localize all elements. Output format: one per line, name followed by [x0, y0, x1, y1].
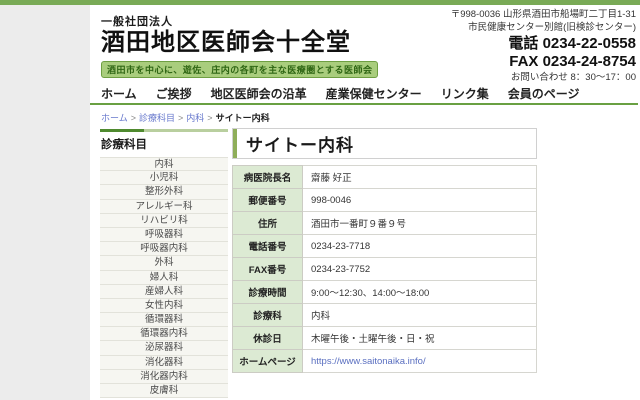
sidebar-item-7[interactable]: 外科 [100, 256, 228, 271]
sidebar-item-5[interactable]: 呼吸器科 [100, 227, 228, 243]
postal-address-line2: 市民健康センター別館(旧検診センター) [468, 21, 636, 33]
top-accent-bar [0, 0, 640, 5]
nav-item-2[interactable]: 地区医師会の沿革 [211, 85, 307, 102]
content-area: 一般社団法人 酒田地区医師会十全堂 酒田市を中心に、遊佐、庄内の各町を主な医療圏… [90, 0, 640, 400]
breadcrumb-link-0[interactable]: ホーム [101, 113, 128, 123]
table-row-0: 病医院長名 齋藤 好正 [232, 165, 537, 189]
clinic-info-table-body: 病医院長名 齋藤 好正 郵便番号 998-0046 住所 酒田市一番町９番９号 電話番号 02… [232, 165, 537, 373]
breadcrumb: ホーム > 診療科目 > 内科 > サイトー内科 [101, 111, 270, 124]
table-row-label: 休診日 [232, 326, 303, 350]
homepage-link[interactable]: https://www.saitonaika.info/ [311, 356, 426, 367]
sidebar-item-2[interactable]: 整形外科 [100, 185, 228, 200]
page-title: サイトー内科 [246, 136, 354, 155]
breadcrumb-link-1[interactable]: 診療科目 [139, 113, 175, 123]
sidebar-item-3[interactable]: アレルギー科 [100, 199, 228, 214]
breadcrumb-separator: > [178, 113, 184, 123]
nav-menu: ホーム ご挨拶 地区医師会の沿革 産業保健センター リンク集 会員のページ [101, 85, 640, 102]
table-row-label: 診療時間 [232, 280, 303, 304]
table-row-value: 0234-23-7718 [302, 234, 537, 258]
breadcrumb-link-2[interactable]: 内科 [186, 113, 204, 123]
table-row-6: 診療科 内科 [232, 303, 537, 327]
table-row-3: 電話番号 0234-23-7718 [232, 234, 537, 258]
site-logo[interactable]: 一般社団法人 酒田地区医師会十全堂 酒田市を中心に、遊佐、庄内の各町を主な医療圏… [101, 13, 379, 78]
table-row-value: 酒田市一番町９番９号 [302, 211, 537, 235]
table-row-label: 診療科 [232, 303, 303, 327]
nav-item-4[interactable]: リンク集 [441, 85, 489, 102]
table-row-label: 郵便番号 [232, 188, 303, 212]
inquiry-hours: お問い合わせ 8：30～17：00 [510, 72, 636, 84]
table-row-value: 9:00～12:30、14:00～18:00 [302, 280, 537, 304]
table-row-value: 木曜午後・土曜午後・日・祝 [302, 326, 537, 350]
table-row-value: 内科 [302, 303, 537, 327]
nav-item-0[interactable]: ホーム [101, 85, 137, 102]
table-row-value: 齋藤 好正 [302, 165, 537, 189]
nav-item-3[interactable]: 産業保健センター [326, 85, 422, 102]
table-row-label: FAX番号 [232, 257, 303, 281]
sidebar-item-14[interactable]: 消化器科 [100, 355, 228, 370]
sidebar-item-10[interactable]: 女性内科 [100, 298, 228, 314]
table-row-value: 0234-23-7752 [302, 257, 537, 281]
nav-item-5[interactable]: 会員のページ [508, 85, 580, 102]
postal-address-line1: 〒998-0036 山形県酒田市船場町二丁目1-31 [450, 9, 636, 20]
breadcrumb-separator: > [130, 113, 136, 123]
table-row-value: 998-0046 [302, 188, 537, 212]
sidebar-item-15[interactable]: 消化器内科 [100, 369, 228, 384]
org-name: 酒田地区医師会十全堂 [101, 29, 351, 56]
org-type-label: 一般社団法人 [101, 16, 173, 28]
sidebar-item-9[interactable]: 産婦人科 [100, 284, 228, 299]
table-row-7: 休診日 木曜午後・土曜午後・日・祝 [232, 326, 537, 350]
table-row-1: 郵便番号 998-0046 [232, 188, 537, 212]
title-accent-bar [233, 129, 237, 158]
site-tagline: 酒田市を中心に、遊佐、庄内の各町を主な医療圏とする医師会 [101, 60, 379, 78]
sidebar-item-12[interactable]: 循環器内科 [100, 327, 228, 342]
breadcrumb-current: サイトー内科 [215, 113, 270, 123]
clinic-title-box: サイトー内科 [232, 128, 537, 159]
breadcrumb-separator: > [207, 113, 213, 123]
phone-number: 電話 0234-22-0558 [508, 34, 636, 52]
table-row-value: https://www.saitonaika.info/ [302, 349, 537, 373]
table-row-4: FAX番号 0234-23-7752 [232, 257, 537, 281]
sidebar-item-6[interactable]: 呼吸器内科 [100, 242, 228, 257]
header-contact-block: 〒998-0036 山形県酒田市船場町二丁目1-31 市民健康センター別館(旧検… [451, 9, 636, 85]
sidebar-item-16[interactable]: 皮膚科 [100, 384, 228, 399]
sidebar-item-8[interactable]: 婦人科 [100, 270, 228, 285]
sidebar-item-1[interactable]: 小児科 [100, 171, 228, 186]
sidebar-item-11[interactable]: 循環器科 [100, 313, 228, 328]
nav-divider [90, 103, 638, 105]
clinic-info-table: 病医院長名 齋藤 好正 郵便番号 998-0046 住所 酒田市一番町９番９号 電話番号 02… [232, 165, 537, 373]
table-row-label: 病医院長名 [232, 165, 303, 189]
sidebar-department-list: 内科 小児科 整形外科 アレルギー科 リハビリ科 呼吸器科 呼吸器内科 外科 婦人科 産婦人科 女性… [100, 157, 228, 399]
nav-item-1[interactable]: ご挨拶 [156, 85, 192, 102]
table-row-8: ホームページ https://www.saitonaika.info/ [232, 349, 537, 373]
table-row-label: 電話番号 [232, 234, 303, 258]
sidebar-departments: 診療科目 内科 小児科 整形外科 アレルギー科 リハビリ科 呼吸器科 呼吸器内科 外科 婦人科産… [100, 129, 228, 399]
fax-number: FAX 0234-24-8754 [509, 53, 636, 71]
sidebar-title: 診療科目 [101, 139, 147, 151]
table-row-5: 診療時間 9:00～12:30、14:00～18:00 [232, 280, 537, 304]
table-row-2: 住所 酒田市一番町９番９号 [232, 211, 537, 235]
table-row-label: ホームページ [232, 349, 303, 373]
sidebar-item-0[interactable]: 内科 [100, 157, 228, 172]
sidebar-item-13[interactable]: 泌尿器科 [100, 341, 228, 356]
table-row-label: 住所 [232, 211, 303, 235]
sidebar-item-4[interactable]: リハビリ科 [100, 213, 228, 228]
main-content: サイトー内科 病医院長名 齋藤 好正 郵便番号 998-0046 住所 酒田市一番町９番９… [232, 128, 537, 373]
